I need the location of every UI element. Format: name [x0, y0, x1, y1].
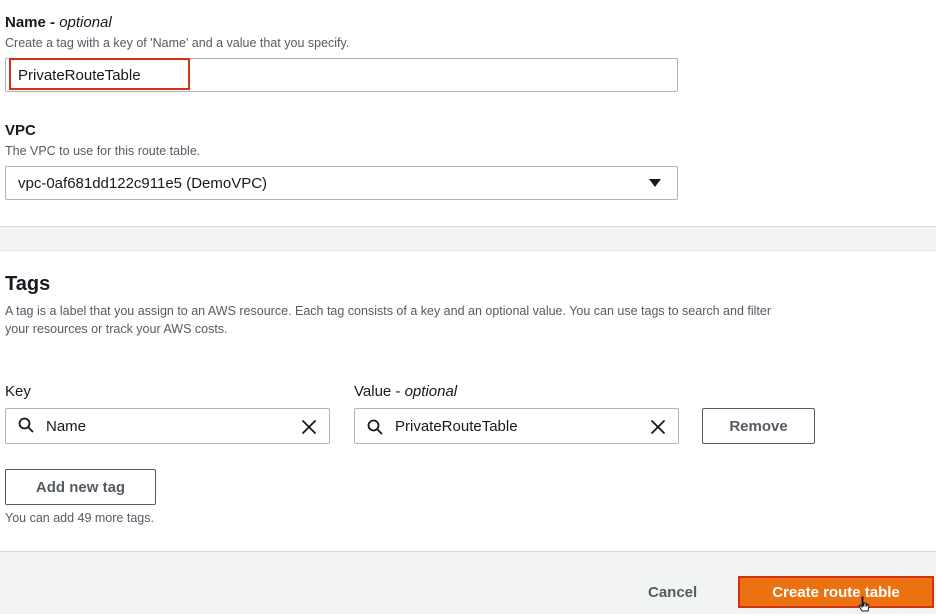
search-icon: [18, 417, 34, 433]
remaining-tags-text: You can add 49 more tags.: [5, 511, 154, 525]
tag-value-value: PrivateRouteTable: [395, 418, 518, 435]
caret-down-icon: [649, 179, 661, 187]
value-optional-text: optional: [404, 383, 458, 400]
remove-tag-button[interactable]: Remove: [702, 408, 815, 444]
search-icon: [367, 419, 383, 435]
tag-key-value: Name: [46, 418, 87, 435]
key-column-label: Key: [5, 383, 31, 400]
value-label-text: Value -: [354, 383, 405, 400]
tags-description-line1: A tag is a label that you assign to an A…: [5, 304, 771, 318]
pointer-cursor-icon: [858, 596, 870, 612]
tags-panel: Tags A tag is a label that you assign to…: [0, 250, 936, 552]
route-table-settings-panel: Name - optional Create a tag with a key …: [0, 0, 936, 227]
tag-value-input[interactable]: PrivateRouteTable: [354, 408, 679, 444]
vpc-selected-value: vpc-0af681dd122c911e5 (DemoVPC): [18, 175, 268, 192]
cancel-button[interactable]: Cancel: [648, 584, 697, 601]
name-description: Create a tag with a key of 'Name' and a …: [5, 36, 350, 50]
create-route-table-button[interactable]: Create route table: [738, 576, 934, 608]
name-optional-text: optional: [59, 14, 112, 31]
add-new-tag-button[interactable]: Add new tag: [5, 469, 156, 505]
vpc-label: VPC: [5, 122, 36, 139]
name-label-text: Name -: [5, 14, 60, 31]
clear-key-icon[interactable]: [301, 419, 317, 435]
name-input-highlight: [9, 58, 190, 90]
tag-key-input[interactable]: Name: [5, 408, 330, 444]
vpc-select[interactable]: vpc-0af681dd122c911e5 (DemoVPC): [5, 166, 678, 200]
vpc-description: The VPC to use for this route table.: [5, 144, 201, 158]
tags-description-line2: your resources or track your AWS costs.: [5, 322, 228, 336]
clear-value-icon[interactable]: [650, 419, 666, 435]
tags-heading: Tags: [5, 273, 51, 295]
name-label: Name - optional: [5, 14, 112, 31]
value-column-label: Value - optional: [354, 383, 457, 400]
